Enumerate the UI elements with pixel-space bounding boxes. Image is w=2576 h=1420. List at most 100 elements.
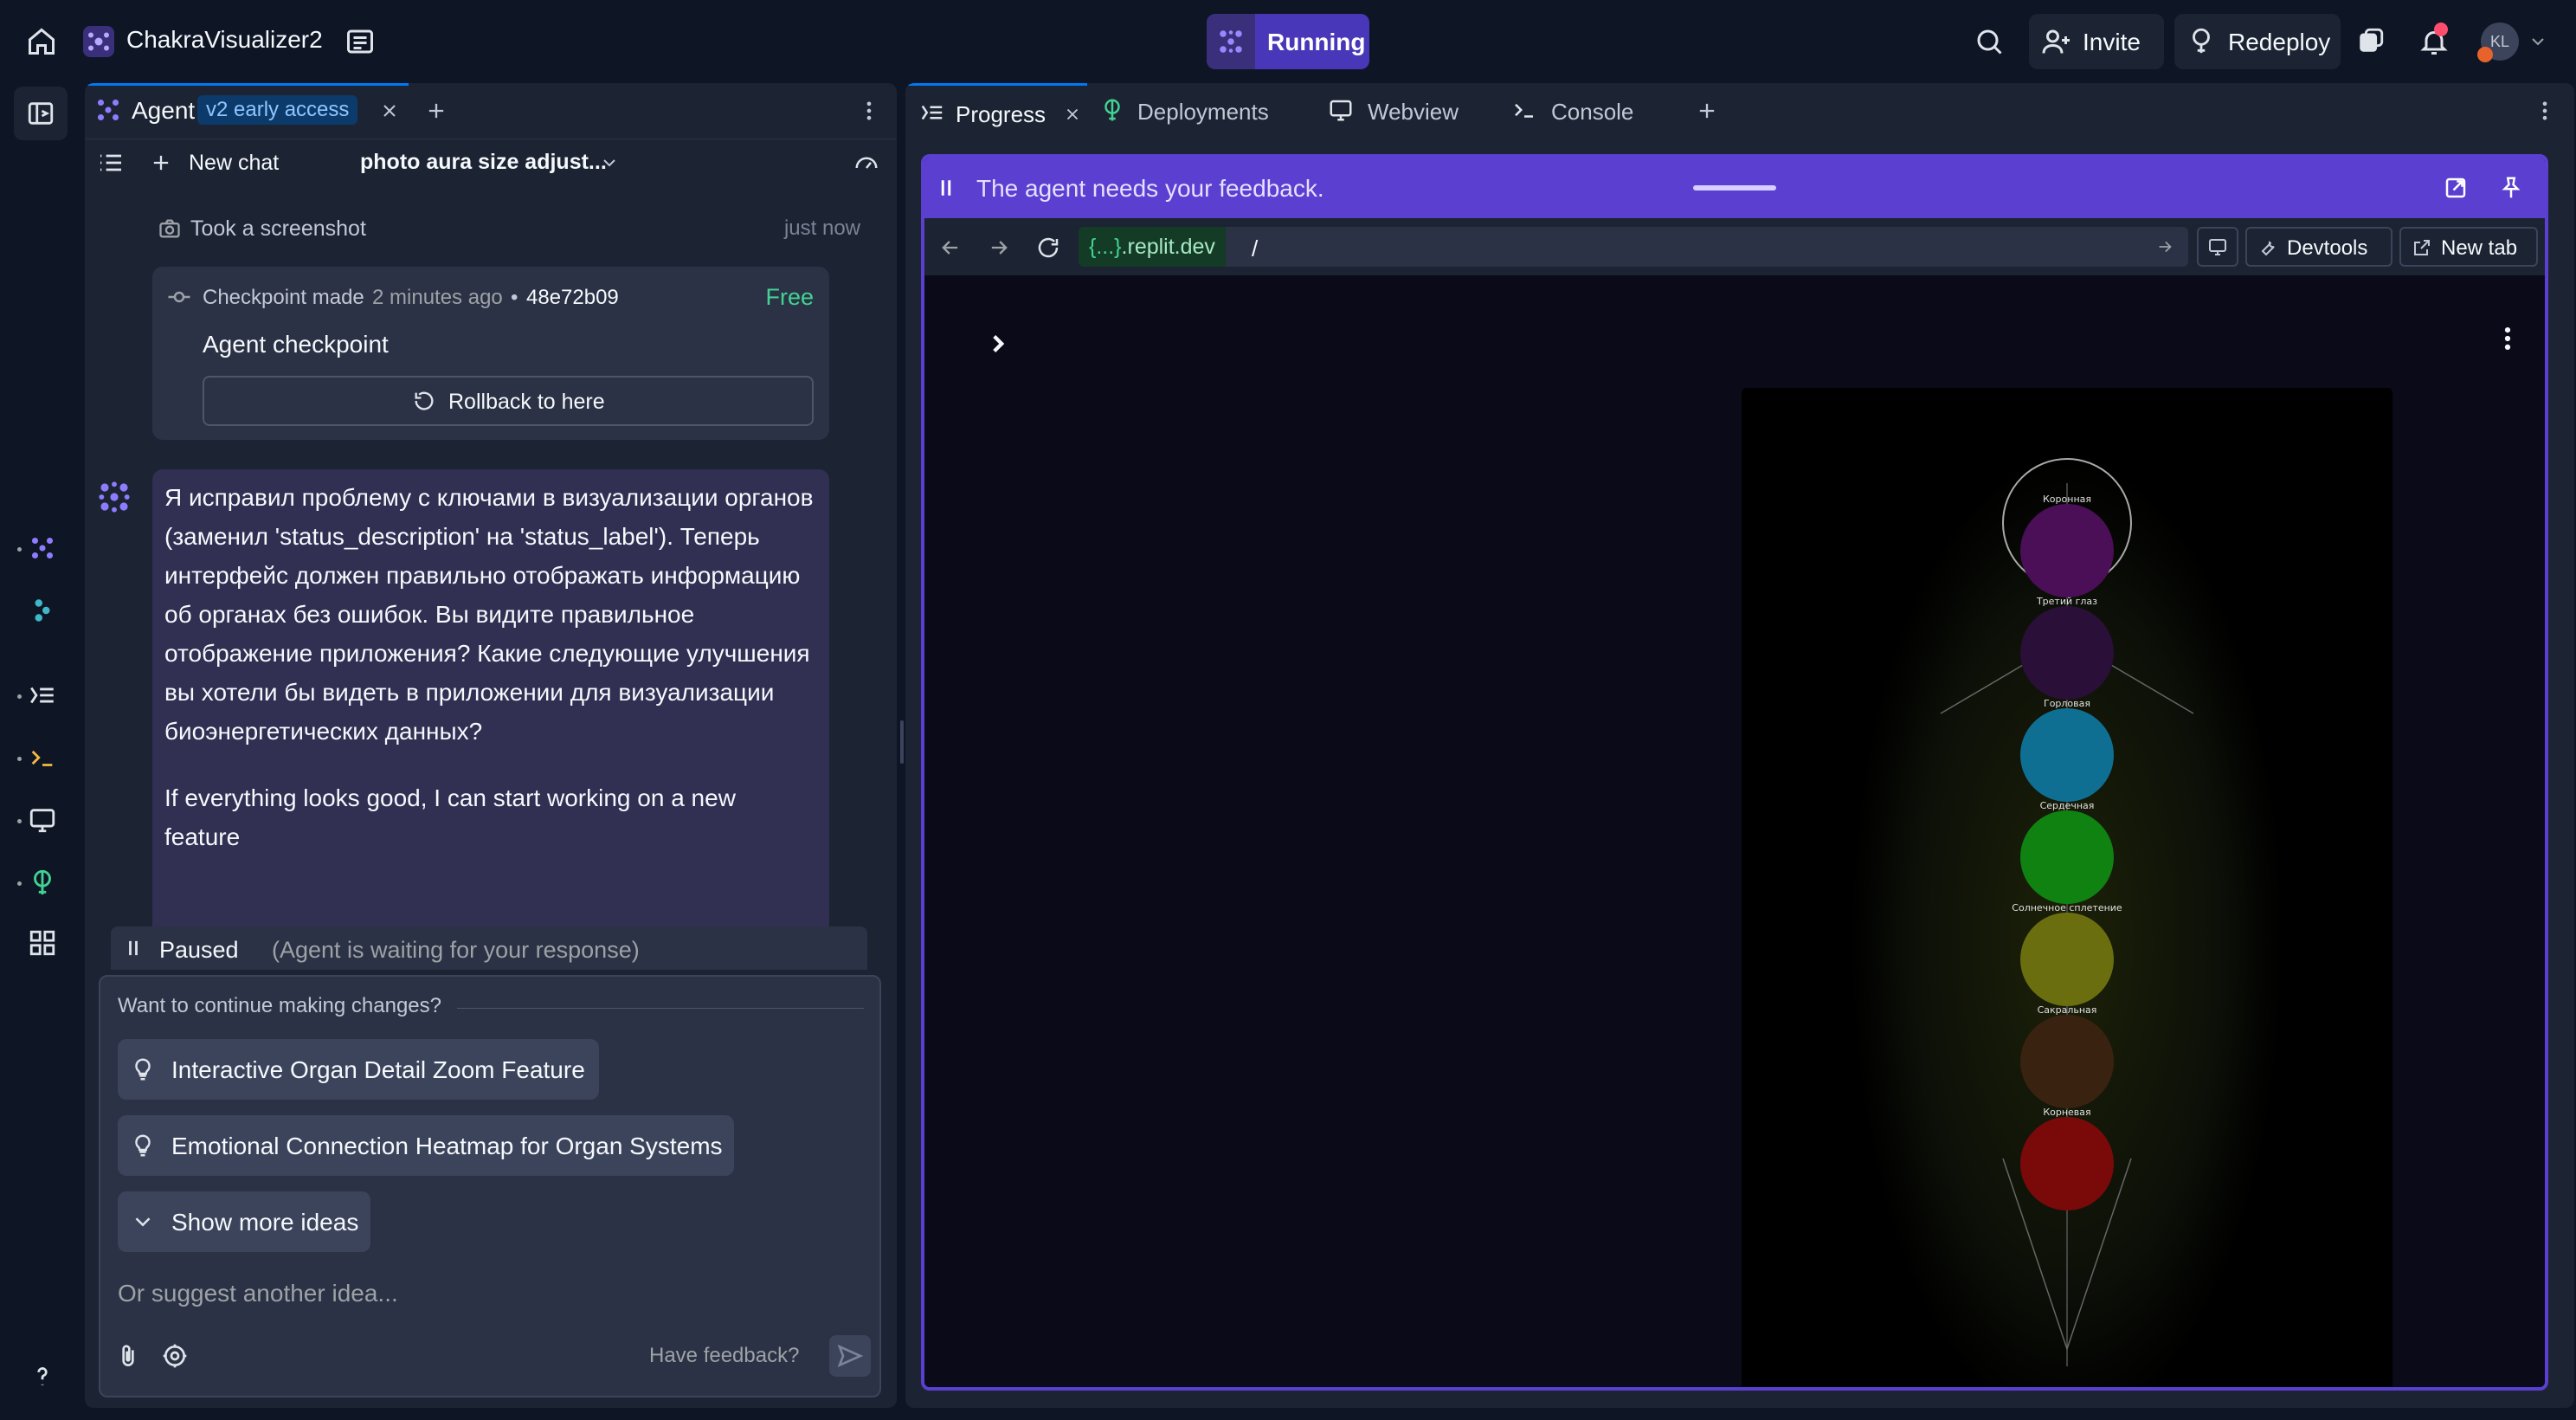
devtools-button[interactable]: Devtools (2245, 227, 2392, 267)
chevron-down-icon[interactable] (599, 152, 620, 173)
show-more-ideas-button[interactable]: Show more ideas (118, 1191, 370, 1252)
chakra-figure: Коронная Третий глаз Горловая Сердечная Солн… (1851, 457, 2283, 1387)
chakra-label: Сакральная (2038, 1004, 2097, 1016)
chevron-down-icon[interactable] (2528, 31, 2548, 52)
message-followup-line: feature (164, 823, 241, 850)
message-line: вы хотели бы видеть в приложении для виз… (164, 679, 775, 706)
paused-status-bar: Paused (Agent is waiting for your respon… (111, 926, 867, 970)
notification-dot (2434, 23, 2448, 36)
invite-button[interactable]: Invite (2029, 14, 2164, 69)
app-menu-icon[interactable] (2493, 324, 2522, 353)
idea-chip[interactable]: Interactive Organ Detail Zoom Feature (118, 1039, 599, 1100)
assistant-icon[interactable] (28, 596, 57, 625)
home-icon[interactable] (26, 26, 57, 57)
close-tab-icon[interactable] (379, 100, 400, 121)
add-tab-icon[interactable] (1695, 99, 1719, 123)
usage-gauge-icon[interactable] (853, 151, 879, 177)
console-icon[interactable] (28, 743, 57, 772)
message-line: интерфейс должен правильно отображать ин… (164, 562, 801, 589)
go-arrow-icon[interactable] (2155, 237, 2174, 256)
pause-icon (121, 936, 145, 960)
tab-webview[interactable]: Webview (1328, 83, 1475, 139)
settings-icon[interactable] (161, 1342, 189, 1370)
tab-progress[interactable]: Progress (905, 83, 1087, 139)
checkpoint-hash[interactable]: 48e72b09 (526, 286, 619, 310)
idea-input[interactable]: Or suggest another idea... (118, 1280, 398, 1307)
checkpoint-ago: 2 minutes ago (372, 286, 503, 309)
webview-content: Коронная Третий глаз Горловая Сердечная Солн… (924, 275, 2545, 1387)
help-icon[interactable] (28, 1361, 57, 1391)
multiplayer-icon[interactable] (2356, 26, 2386, 55)
agent-tab-label: Agent (132, 97, 196, 124)
agent-active-dot (17, 547, 22, 552)
webview-icon[interactable] (28, 805, 57, 835)
reload-icon[interactable] (1035, 235, 1061, 261)
monitor-icon (2207, 236, 2228, 257)
drag-handle[interactable] (1693, 185, 1776, 190)
tab-webview-label: Webview (1368, 99, 1459, 125)
pause-icon[interactable] (933, 175, 959, 201)
agent-icon[interactable] (28, 533, 57, 563)
checkpoint-icon (166, 284, 192, 310)
redeploy-button[interactable]: Redeploy (2174, 14, 2341, 69)
agent-panel: Agent v2 early access New chat photo aur… (85, 83, 897, 1408)
sidebar-expand-icon[interactable] (983, 329, 1013, 358)
project-name[interactable]: ChakraVisualizer2 (126, 26, 323, 54)
new-tab-button[interactable]: New tab (2399, 227, 2538, 267)
popout-icon[interactable] (2443, 175, 2469, 201)
webview-active-dot (17, 819, 22, 823)
forward-icon[interactable] (987, 236, 1011, 260)
url-bar[interactable]: {...} .replit.dev / (1079, 227, 2188, 267)
idea-chip[interactable]: Emotional Connection Heatmap for Organ S… (118, 1115, 734, 1176)
chakra-circle (2020, 1015, 2114, 1108)
close-tab-icon[interactable] (1063, 105, 1082, 124)
back-icon[interactable] (938, 236, 963, 260)
left-rail (0, 83, 83, 1420)
progress-icon[interactable] (28, 681, 57, 710)
panel-menu-icon[interactable] (2533, 99, 2557, 123)
tab-console[interactable]: Console (1511, 83, 1650, 139)
device-toggle-button[interactable] (2197, 227, 2238, 267)
agent-tab-icon (93, 95, 123, 125)
agent-input-box: Want to continue making changes? Interac… (99, 975, 881, 1397)
panel-menu-icon[interactable] (857, 99, 881, 123)
feedback-banner: The agent needs your feedback. (924, 158, 2545, 218)
avatar-badge (2477, 47, 2493, 62)
idea-label: Emotional Connection Heatmap for Organ S… (171, 1133, 723, 1159)
search-icon[interactable] (1974, 26, 2005, 57)
pin-icon[interactable] (2498, 175, 2524, 201)
panel-resize-handle[interactable] (900, 720, 904, 764)
deployments-icon[interactable] (28, 868, 57, 897)
all-tools-icon[interactable] (28, 928, 57, 958)
project-logo-icon (83, 26, 114, 57)
chat-title-dropdown[interactable]: photo aura size adjust... (360, 150, 607, 175)
paused-detail: (Agent is waiting for your response) (272, 937, 640, 963)
feedback-link[interactable]: Have feedback? (649, 1344, 799, 1368)
chakra-label: Солнечное сплетение (2012, 902, 2122, 913)
run-label: Running (1267, 29, 1366, 55)
new-chat-button[interactable]: New chat (189, 151, 279, 176)
files-icon[interactable] (345, 26, 376, 57)
message-line: биоэнергетических данных? (164, 718, 483, 745)
rollback-button[interactable]: Rollback to here (203, 376, 814, 426)
chakra-label: Сердечная (2040, 800, 2095, 811)
early-access-badge: v2 early access (197, 95, 358, 125)
checkpoint-separator: • (511, 286, 518, 309)
divider (457, 1008, 864, 1009)
deploy-active-dot (17, 881, 22, 886)
redeploy-label: Redeploy (2228, 29, 2331, 55)
send-button[interactable] (829, 1335, 871, 1377)
chakra-circle (2020, 504, 2114, 597)
add-tab-icon[interactable] (424, 99, 448, 123)
preview-panel: Progress Deployments Webview Console The… (905, 83, 2574, 1408)
chakra-label: Горловая (2044, 698, 2090, 709)
run-button[interactable]: Running (1207, 14, 1369, 69)
message-line: отображение приложения? Какие следующие … (164, 640, 810, 667)
tab-deployments[interactable]: Deployments (1096, 83, 1286, 139)
attach-icon[interactable] (114, 1342, 142, 1370)
chat-list-icon[interactable] (97, 149, 125, 177)
wrench-icon (2257, 237, 2278, 258)
url-domain: .replit.dev (1121, 234, 1215, 259)
progress-active-dot (17, 694, 22, 699)
top-bar: ChakraVisualizer2 Running Invite Redeplo… (0, 0, 2576, 83)
